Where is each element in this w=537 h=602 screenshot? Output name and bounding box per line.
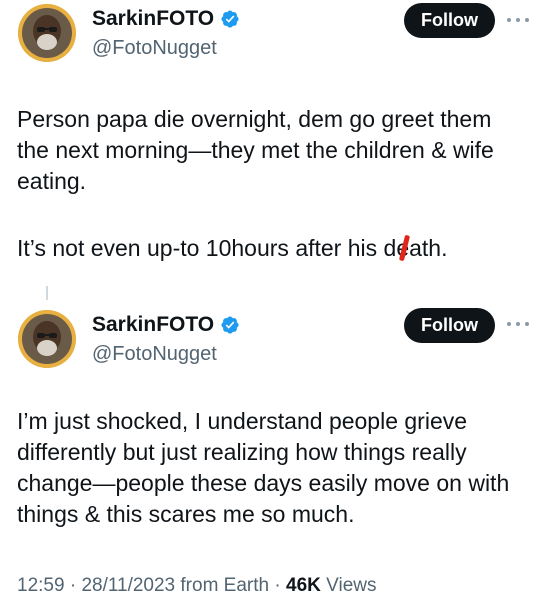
tweet-text: I’m just shocked, I understand people gr… [17, 408, 510, 527]
verified-badge-icon [220, 9, 240, 29]
author-name-row[interactable]: SarkinFOTO [92, 312, 240, 338]
tweet-meta: 12:59 · 28/11/2023 from Earth · 46K View… [17, 574, 376, 598]
tweet-text-part: It’s not even up-to 10hours after his d [17, 235, 397, 261]
author-handle[interactable]: @FotoNugget [92, 36, 217, 60]
display-name[interactable]: SarkinFOTO [92, 6, 214, 32]
tweet-date[interactable]: 28/11/2023 [81, 575, 175, 596]
author-handle[interactable]: @FotoNugget [92, 342, 217, 366]
tweet-time[interactable]: 12:59 [17, 575, 65, 596]
avatar-icon [18, 4, 76, 62]
display-name[interactable]: SarkinFOTO [92, 312, 214, 338]
avatar[interactable] [18, 4, 76, 62]
avatar-icon [18, 310, 76, 368]
views-count[interactable]: 46K [286, 575, 321, 596]
tweet-text-part: ath. [409, 235, 448, 261]
meta-separator: · [69, 575, 77, 596]
verified-badge-icon [220, 315, 240, 335]
follow-button[interactable]: Follow [404, 308, 495, 343]
follow-button[interactable]: Follow [404, 3, 495, 38]
thread-connector [46, 286, 48, 300]
tweet-text: It’s not even up-to 10hours after his de… [17, 233, 529, 264]
avatar[interactable] [18, 310, 76, 368]
views-label: Views [326, 575, 377, 596]
author-name-row[interactable]: SarkinFOTO [92, 6, 240, 32]
red-mark: e [396, 233, 409, 264]
meta-separator: · [274, 575, 281, 596]
more-options-icon[interactable] [507, 320, 529, 328]
tweet-text: Person papa die overnight, dem go greet … [17, 106, 494, 194]
tweet-source: from Earth [180, 575, 270, 596]
more-options-icon[interactable] [507, 16, 529, 24]
